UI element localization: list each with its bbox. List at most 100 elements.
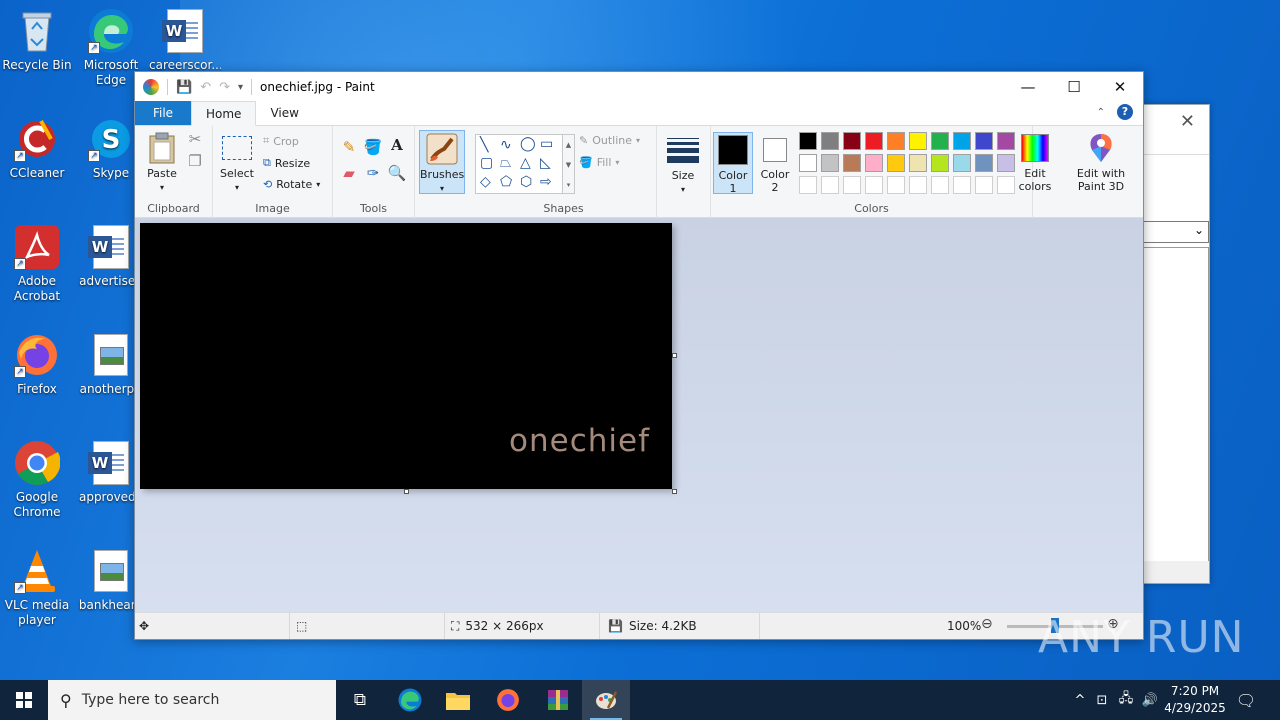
zoom-out-icon[interactable]: ⊖ (981, 616, 993, 632)
custom-color-slot[interactable] (975, 176, 993, 194)
ethernet-icon[interactable]: 🖧 (1114, 689, 1138, 711)
taskbar-search-box[interactable]: ⚲ Type here to search (48, 680, 336, 720)
hexagon-shape-icon[interactable]: ⬡ (520, 174, 532, 190)
custom-color-slot[interactable] (843, 176, 861, 194)
tab-view[interactable]: View (256, 101, 312, 125)
resize-handle-corner[interactable] (672, 489, 677, 494)
custom-color-slot[interactable] (865, 176, 883, 194)
palette-swatch[interactable] (843, 154, 861, 172)
crop-button[interactable]: ⌗ Crop (263, 134, 299, 148)
taskbar-winrar[interactable] (534, 680, 582, 720)
triangle-shape-icon[interactable]: △ (520, 155, 531, 171)
volume-icon[interactable]: 🔊 (1138, 693, 1162, 708)
paint-titlebar[interactable]: 💾 ↶ ↷ ▾ onechief.jpg - Paint — ☐ ✕ (135, 72, 1143, 102)
polygon-shape-icon[interactable]: ⏢ (500, 155, 511, 171)
custom-color-slot[interactable] (887, 176, 905, 194)
paint-app-icon[interactable] (143, 79, 159, 95)
customize-toolbar-icon[interactable]: ▾ (238, 82, 243, 93)
fill-bucket-icon[interactable]: 🪣 (363, 138, 383, 156)
custom-color-slot[interactable] (997, 176, 1015, 194)
desktop-icon-firefox[interactable]: ↗ Firefox (1, 332, 73, 397)
palette-swatch[interactable] (953, 154, 971, 172)
edit-with-paint3d-button[interactable]: Edit with Paint 3D (1073, 132, 1129, 193)
paint-window[interactable]: 💾 ↶ ↷ ▾ onechief.jpg - Paint — ☐ ✕ File … (134, 71, 1144, 640)
line-shape-icon[interactable]: ╲ (480, 137, 488, 153)
close-icon[interactable]: ✕ (1180, 111, 1195, 132)
palette-swatch[interactable] (909, 132, 927, 150)
text-tool-icon[interactable]: A (387, 136, 407, 154)
palette-swatch[interactable] (953, 132, 971, 150)
fill-button[interactable]: 🪣 Fill ▾ (579, 156, 619, 169)
edit-colors-button[interactable]: Edit colors (1015, 132, 1055, 193)
show-hidden-icons-icon[interactable]: ^ (1070, 693, 1090, 708)
oval-shape-icon[interactable]: ◯ (520, 136, 536, 152)
network-icon[interactable]: ⊡ (1090, 693, 1114, 708)
palette-swatch[interactable] (887, 132, 905, 150)
start-button[interactable] (0, 680, 48, 720)
palette-swatch[interactable] (997, 154, 1015, 172)
palette-swatch[interactable] (931, 154, 949, 172)
curve-shape-icon[interactable]: ∿ (500, 137, 512, 153)
color-picker-icon[interactable]: ✑ (363, 164, 383, 182)
desktop-icon-careerscor[interactable]: W careerscor... (149, 8, 221, 73)
undo-icon[interactable]: ↶ (200, 80, 211, 95)
shapes-gallery[interactable]: ╲ ∿ ◯ ▭ ▢ ⏢ △ ◺ ◇ ⬠ ⬡ ⇨ (475, 134, 563, 194)
rounded-rectangle-icon[interactable]: ▢ (480, 155, 493, 171)
paste-button[interactable]: Paste ▾ (141, 132, 183, 194)
palette-swatch[interactable] (909, 154, 927, 172)
size-button[interactable]: Size ▾ (663, 134, 703, 196)
outline-button[interactable]: ✎ Outline ▾ (579, 134, 640, 147)
color1-button[interactable]: Color 1 (713, 132, 753, 195)
magnifier-icon[interactable]: 🔍 (387, 164, 407, 182)
palette-swatch[interactable] (975, 154, 993, 172)
palette-swatch[interactable] (931, 132, 949, 150)
help-icon[interactable]: ? (1117, 104, 1133, 120)
custom-color-slot[interactable] (799, 176, 817, 194)
resize-handle-right[interactable] (672, 353, 677, 358)
right-triangle-icon[interactable]: ◺ (540, 155, 551, 171)
palette-swatch[interactable] (865, 132, 883, 150)
copy-icon[interactable]: ❐ (185, 152, 205, 170)
maximize-button[interactable]: ☐ (1051, 72, 1097, 102)
minimize-button[interactable]: — (1005, 72, 1051, 102)
resize-handle-bottom[interactable] (404, 489, 409, 494)
taskbar-clock[interactable]: 7:20 PM 4/29/2025 (1160, 683, 1230, 717)
custom-color-slot[interactable] (821, 176, 839, 194)
color2-button[interactable]: Color 2 (755, 132, 795, 194)
cut-icon[interactable]: ✂ (185, 130, 205, 148)
taskbar-file-explorer[interactable] (434, 680, 482, 720)
palette-swatch[interactable] (975, 132, 993, 150)
desktop-icon-ccleaner[interactable]: ↗ CCleaner (1, 116, 73, 181)
pencil-icon[interactable]: ✎ (339, 138, 359, 156)
save-icon[interactable]: 💾 (176, 80, 192, 95)
background-dialog-dropdown[interactable]: ⌄ (1141, 221, 1209, 243)
custom-color-slot[interactable] (953, 176, 971, 194)
palette-swatch[interactable] (843, 132, 861, 150)
eraser-icon[interactable]: ▰ (339, 164, 359, 182)
arrow-shape-icon[interactable]: ⇨ (540, 174, 552, 190)
brushes-button[interactable]: Brushes ▾ (419, 130, 465, 194)
select-button[interactable]: Select ▾ (217, 132, 257, 194)
desktop-icon-vlc[interactable]: ↗ VLC media player (1, 548, 73, 628)
palette-swatch[interactable] (799, 132, 817, 150)
rotate-button[interactable]: ⟲ Rotate ▾ (263, 178, 320, 191)
taskbar-firefox[interactable] (484, 680, 532, 720)
desktop-icon-adobe-acrobat[interactable]: ↗ Adobe Acrobat (1, 224, 73, 304)
task-view-button[interactable]: ⧉ (336, 680, 384, 720)
tab-file[interactable]: File (135, 101, 191, 125)
diamond-shape-icon[interactable]: ◇ (480, 174, 491, 190)
close-button[interactable]: ✕ (1097, 72, 1143, 102)
notifications-button[interactable]: 🗨 (1222, 680, 1270, 720)
collapse-ribbon-icon[interactable]: ⌃ (1097, 107, 1105, 118)
custom-color-slot[interactable] (909, 176, 927, 194)
image-canvas[interactable]: onechief (140, 223, 672, 489)
desktop-icon-recycle-bin[interactable]: Recycle Bin (1, 8, 73, 73)
shapes-scrollbar[interactable]: ▲ ▼ ▾ (563, 134, 575, 194)
rectangle-shape-icon[interactable]: ▭ (540, 136, 553, 152)
palette-swatch[interactable] (799, 154, 817, 172)
taskbar-edge[interactable] (386, 680, 434, 720)
taskbar-paint[interactable] (582, 680, 630, 720)
palette-swatch[interactable] (865, 154, 883, 172)
background-dialog-window[interactable]: ✕ ⌄ (1140, 104, 1210, 584)
tab-home[interactable]: Home (191, 101, 257, 126)
